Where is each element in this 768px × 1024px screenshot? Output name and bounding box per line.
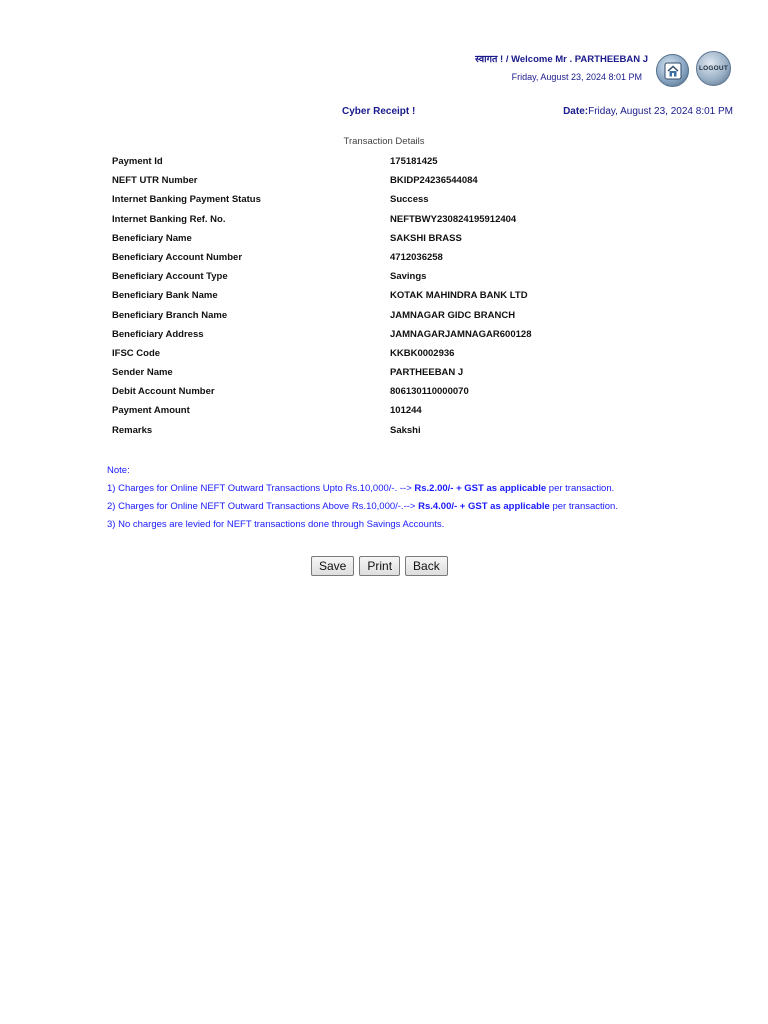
row-label: Remarks [112,424,153,436]
home-icon [664,62,681,79]
print-button[interactable]: Print [359,556,401,576]
row-value: KKBK0002936 [390,347,455,359]
row-value: NEFTBWY230824195912404 [390,213,517,225]
row-label: Beneficiary Address [112,328,204,340]
back-button[interactable]: Back [405,556,448,576]
save-button[interactable]: Save [311,556,355,576]
table-row: Debit Account Number 806130110000070 [112,382,672,401]
table-row: Payment Id 175181425 [112,152,672,171]
note-1-charge: Rs.2.00/- + GST as applicable [414,483,547,494]
row-value: 4712036258 [390,251,443,263]
table-row: Remarks Sakshi [112,421,672,440]
logout-button[interactable]: LOGOUT [696,51,731,86]
header-datetime: Friday, August 23, 2024 8:01 PM [511,72,642,82]
row-value: Savings [390,271,427,283]
table-row: Sender Name PARTHEEBAN J [112,363,672,382]
table-row: Beneficiary Account Number 4712036258 [112,248,672,267]
table-row: NEFT UTR Number BKIDP24236544084 [112,171,672,190]
transaction-details-table: Payment Id 175181425 NEFT UTR Number BKIDP… [112,152,672,440]
row-value: SAKSHI BRASS [390,232,462,244]
receipt-date: Date:Friday, August 23, 2024 8:01 PM [500,106,733,117]
table-row: Beneficiary Name SAKSHI BRASS [112,229,672,248]
note-2-suffix: per transaction. [552,501,618,512]
table-row: Beneficiary Bank Name KOTAK MAHINDRA BANK… [112,286,672,305]
row-value: Sakshi [390,424,421,436]
action-buttons: Save Print Back [311,556,448,576]
table-row: Beneficiary Branch Name JAMNAGAR GIDC BRA… [112,306,672,325]
row-label: Sender Name [112,367,173,379]
receipt-date-value: Friday, August 23, 2024 8:01 PM [588,106,733,117]
note-2-text: 2) Charges for Online NEFT Outward Trans… [107,501,416,512]
row-value: BKIDP24236544084 [390,175,478,187]
row-value: KOTAK MAHINDRA BANK LTD [390,290,528,302]
row-label: Internet Banking Ref. No. [112,213,226,225]
note-1-text: 1) Charges for Online NEFT Outward Trans… [107,483,412,494]
row-value: JAMNAGARJAMNAGAR600128 [390,328,532,340]
row-value: 175181425 [390,156,438,167]
row-label: NEFT UTR Number [112,175,198,187]
row-label: Beneficiary Account Type [112,271,228,283]
note-line-1: 1) Charges for Online NEFT Outward Trans… [107,483,707,501]
row-label: Internet Banking Payment Status [112,194,261,206]
note-line-2: 2) Charges for Online NEFT Outward Trans… [107,501,707,519]
table-row: IFSC Code KKBK0002936 [112,344,672,363]
row-label: Beneficiary Account Number [112,251,243,263]
table-row: Internet Banking Payment Status Success [112,190,672,209]
table-row: Payment Amount 101244 [112,401,672,420]
table-row: Internet Banking Ref. No. NEFTBWY23082419… [112,210,672,229]
row-label: Beneficiary Name [112,232,192,244]
table-row: Beneficiary Address JAMNAGARJAMNAGAR60012… [112,325,672,344]
receipt-title: Cyber Receipt ! [342,106,416,117]
row-label: Beneficiary Branch Name [112,309,228,321]
notes-heading: Note: [107,465,130,476]
receipt-date-label: Date: [563,106,589,117]
row-value: 101244 [390,405,422,417]
row-value: 806130110000070 [390,386,469,398]
notes-section: Note: 1) Charges for Online NEFT Outward… [107,465,707,537]
logout-icon: LOGOUT [698,65,728,72]
row-value: JAMNAGAR GIDC BRANCH [390,309,516,321]
note-2-charge: Rs.4.00/- + GST as applicable [418,501,550,512]
row-value: PARTHEEBAN J [390,367,464,379]
header-welcome: स्वागत ! / Welcome Mr . PARTHEEBAN J [475,54,648,65]
row-value: Success [390,194,429,206]
row-label: IFSC Code [112,347,161,359]
row-label: Debit Account Number [112,386,215,398]
row-label: Payment Id [112,156,163,167]
transaction-details-title: Transaction Details [343,136,425,147]
row-label: Beneficiary Bank Name [112,290,218,302]
home-button[interactable] [656,54,689,87]
table-row: Beneficiary Account Type Savings [112,267,672,286]
note-1-suffix: per transaction. [548,483,615,494]
row-label: Payment Amount [112,405,190,417]
note-line-3: 3) No charges are levied for NEFT transa… [107,519,445,530]
